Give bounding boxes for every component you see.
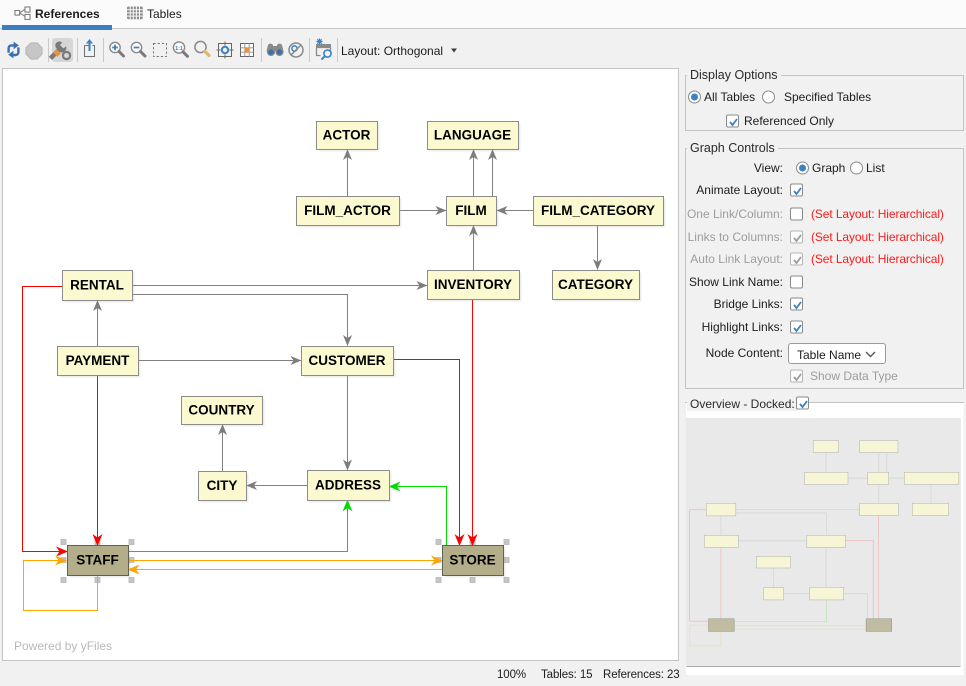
svg-text:STORE: STORE [449,553,495,568]
svg-text:ACTOR: ACTOR [323,128,371,143]
svg-text:PAYMENT: PAYMENT [66,353,131,368]
svg-text:Powered by yFiles: Powered by yFiles [14,639,112,653]
svg-text:CITY: CITY [207,478,238,493]
svg-text:FILM: FILM [455,203,487,218]
svg-text:FILM_ACTOR: FILM_ACTOR [304,203,391,218]
svg-text:STAFF: STAFF [76,553,119,568]
svg-text:LANGUAGE: LANGUAGE [434,128,511,143]
svg-text:INVENTORY: INVENTORY [434,277,512,292]
svg-text:CUSTOMER: CUSTOMER [308,353,385,368]
svg-text:COUNTRY: COUNTRY [188,403,254,418]
svg-text:RENTAL: RENTAL [70,278,124,293]
svg-text:ADDRESS: ADDRESS [315,478,381,493]
